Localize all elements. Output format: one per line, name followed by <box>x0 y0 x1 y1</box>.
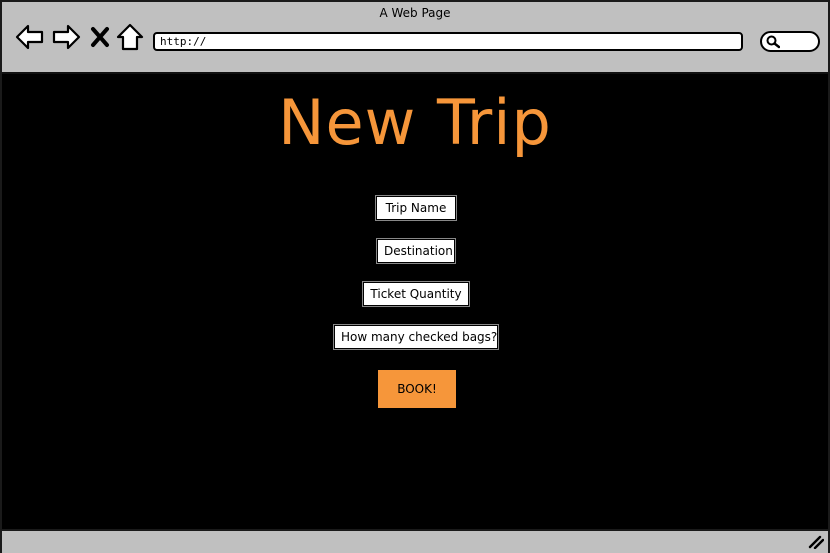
home-icon[interactable] <box>116 23 144 51</box>
browser-window: A Web Page http:// New Trip Trip Name De… <box>0 0 830 553</box>
page-viewport: New Trip Trip Name Destination Ticket Qu… <box>2 72 828 529</box>
checked-bags-field[interactable]: How many checked bags? <box>333 324 499 350</box>
search-input[interactable] <box>760 31 820 52</box>
search-icon <box>766 35 780 49</box>
close-icon[interactable] <box>88 23 112 51</box>
book-button[interactable]: BOOK! <box>378 370 456 408</box>
page-title: New Trip <box>278 86 552 159</box>
status-bar <box>2 529 828 553</box>
address-bar[interactable]: http:// <box>153 32 743 51</box>
back-arrow-icon[interactable] <box>15 23 45 51</box>
ticket-quantity-field[interactable]: Ticket Quantity <box>362 281 470 307</box>
browser-toolbar: A Web Page http:// <box>2 2 828 70</box>
destination-field[interactable]: Destination <box>376 238 456 264</box>
forward-arrow-icon[interactable] <box>51 23 81 51</box>
trip-name-field[interactable]: Trip Name <box>375 195 457 221</box>
resize-grip-icon[interactable] <box>808 535 824 549</box>
window-title: A Web Page <box>379 6 451 20</box>
